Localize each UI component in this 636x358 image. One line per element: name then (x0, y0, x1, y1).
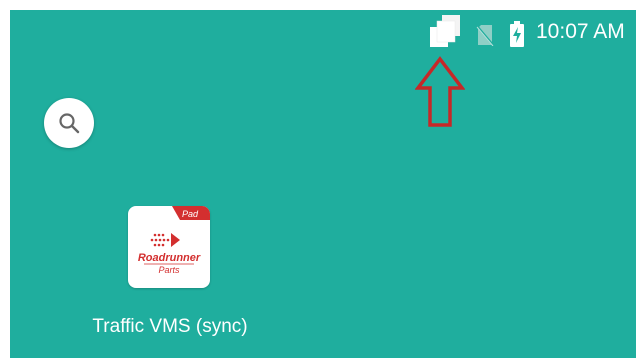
roadrunner-parts-app-icon[interactable]: Pad Roadrunner Parts (128, 206, 210, 288)
home-screen: 10:07 AM Pad Roadrunner Parts Traffic VM… (10, 10, 636, 358)
search-button[interactable] (44, 98, 94, 148)
status-clock: 10:07 AM (536, 20, 625, 43)
battery-charging-icon (510, 21, 524, 47)
app-label: Traffic VMS (sync) (92, 316, 248, 337)
no-sim-icon (476, 24, 494, 47)
logo-arrow-dots (150, 233, 180, 247)
icon-badge-text: Pad (182, 209, 199, 219)
search-icon (59, 113, 80, 134)
app-shortcut-traffic-vms[interactable]: Pad Roadrunner Parts Traffic VMS (sync) (80, 206, 260, 346)
status-bar[interactable]: 10:07 AM (10, 10, 636, 54)
sync-notification-icon[interactable] (426, 14, 462, 48)
icon-logo-line1: Roadrunner (138, 252, 201, 264)
icon-logo-line2: Parts (158, 265, 180, 275)
annotation-up-arrow-icon (414, 56, 466, 128)
